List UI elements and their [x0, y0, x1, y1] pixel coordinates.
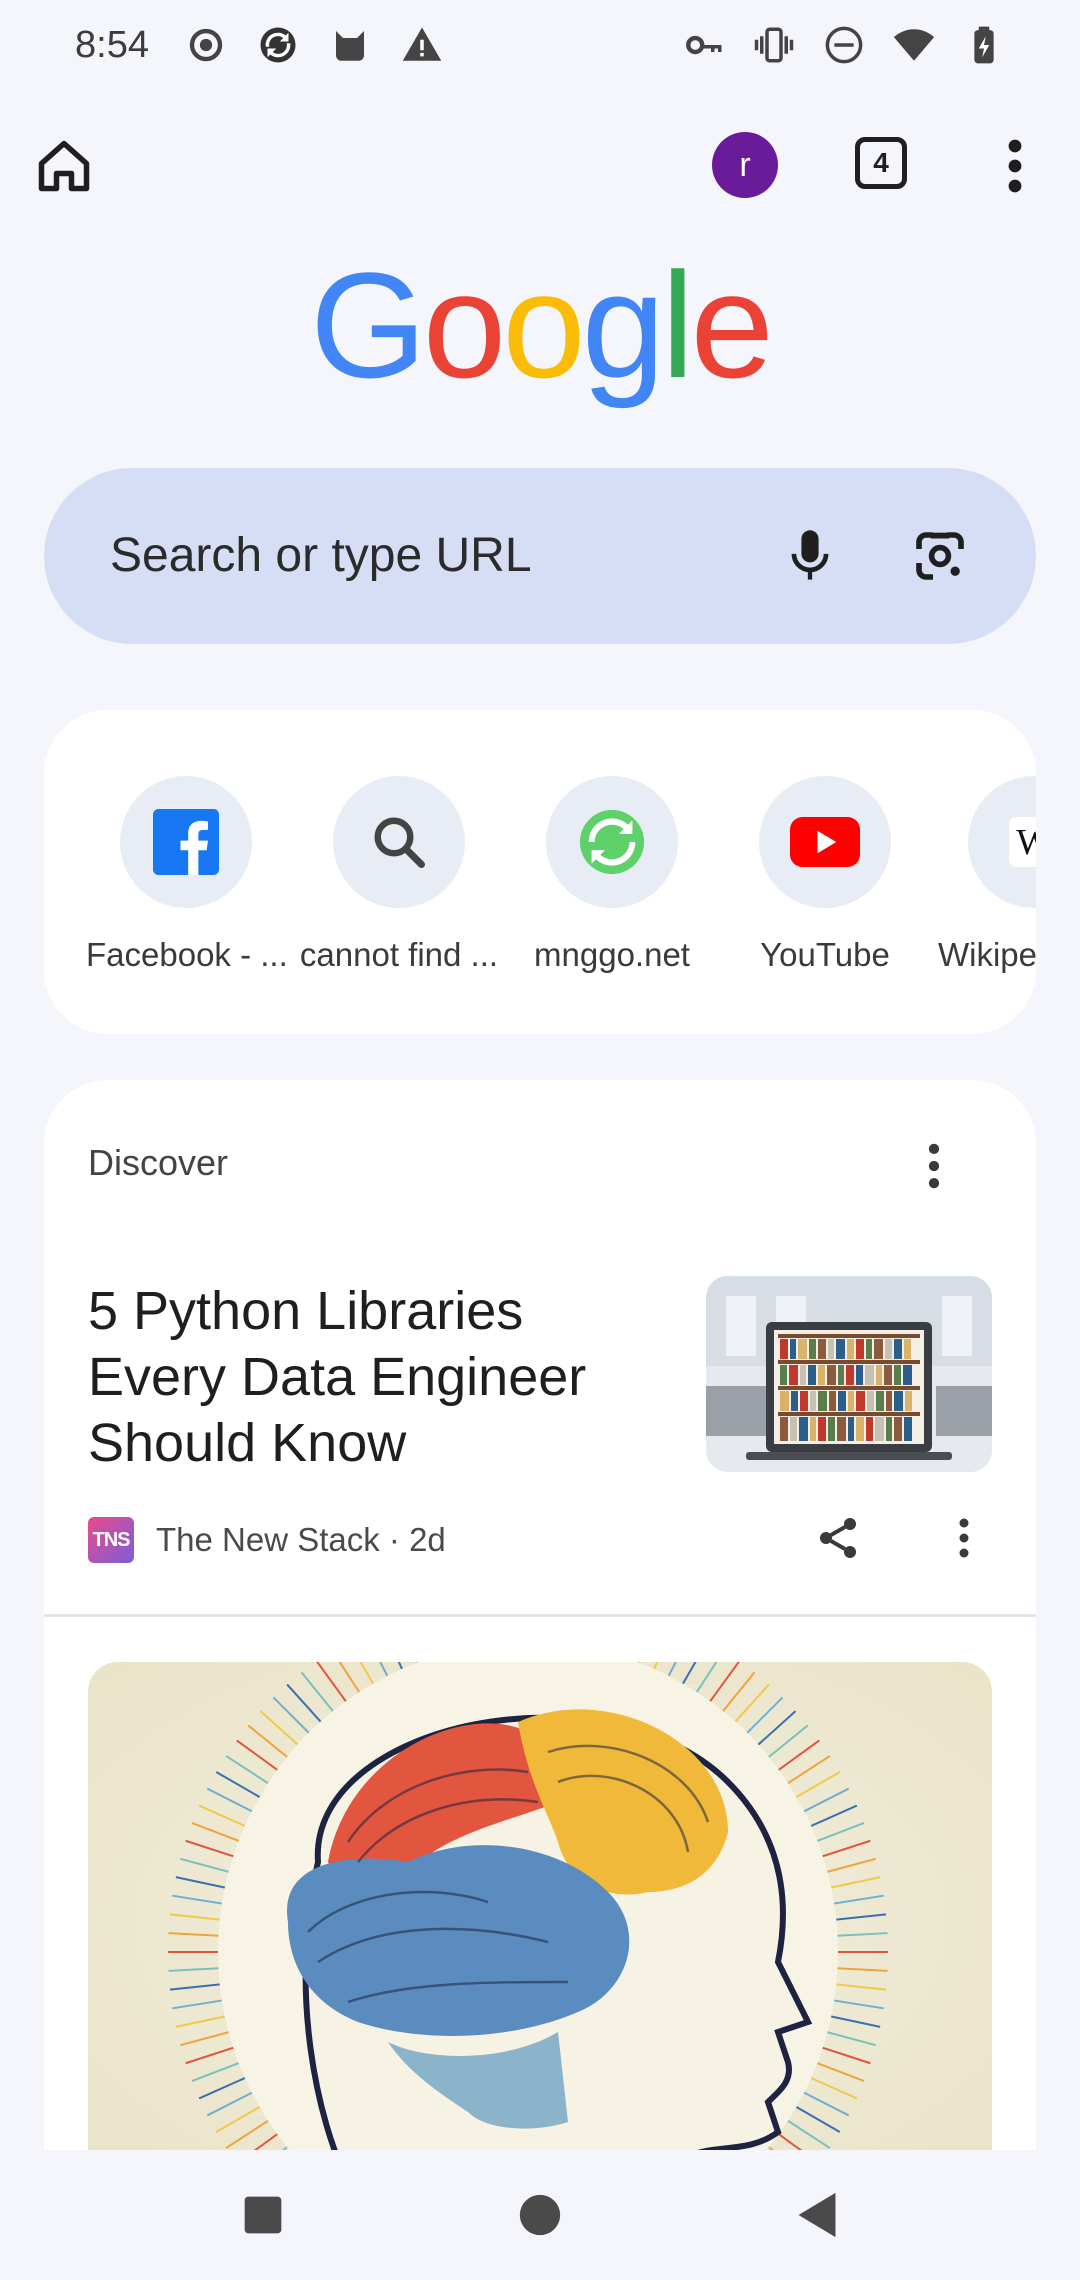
source-text: The New Stack · 2d	[156, 1521, 446, 1558]
more-menu-button[interactable]	[990, 130, 1040, 202]
account-avatar-button[interactable]: r	[712, 132, 778, 198]
status-time: 8:54	[75, 23, 149, 66]
mic-icon	[791, 530, 829, 580]
logo-letter: G	[310, 241, 427, 409]
search-input[interactable]: Search or type URL	[110, 468, 532, 644]
status-left-icons	[185, 24, 443, 66]
discover-feed: Discover 5 Python Libraries Every Data E…	[44, 1080, 1036, 2150]
tab-switcher-button[interactable]: 4	[850, 132, 912, 194]
article-title[interactable]: 5 Python Libraries Every Data Engineer S…	[88, 1278, 648, 1476]
shortcut-tile[interactable]: cannot find ...	[299, 776, 499, 974]
discover-menu-button[interactable]	[914, 1138, 954, 1194]
youtube-icon	[790, 817, 860, 867]
browser-toolbar: r 4	[0, 110, 1080, 210]
circle-icon	[519, 2194, 561, 2236]
facebook-icon	[153, 809, 219, 875]
recents-button[interactable]	[228, 2180, 298, 2250]
share-button[interactable]	[810, 1510, 866, 1566]
article-source: TNS The New Stack · 2d	[88, 1516, 446, 1564]
article-thumbnail[interactable]	[706, 1276, 992, 1472]
shortcut-label: mnggo.net	[534, 936, 690, 973]
article-menu-button[interactable]	[946, 1510, 982, 1566]
more-vert-icon	[928, 1143, 940, 1189]
share-icon	[820, 1518, 856, 1558]
shortcut-label: cannot find ...	[299, 936, 499, 973]
publisher-logo: TNS	[88, 1517, 134, 1563]
square-icon	[244, 2196, 282, 2234]
tab-count: 4	[855, 137, 907, 189]
warning-icon	[401, 24, 443, 66]
shortcuts-card: Facebook - ... cannot find ... mnggo.net…	[44, 710, 1036, 1034]
key-icon	[683, 24, 725, 66]
system-nav-bar	[0, 2150, 1080, 2280]
more-vert-icon	[1008, 139, 1022, 193]
home-nav-button[interactable]	[505, 2180, 575, 2250]
shortcut-label: Wikipe	[938, 936, 1036, 973]
home-button[interactable]	[28, 130, 100, 202]
shortcut-tile[interactable]: Facebook - ...	[86, 776, 286, 974]
wifi-icon	[893, 24, 935, 66]
logo-letter: e	[690, 241, 773, 409]
battery-icon	[963, 24, 1005, 66]
google-logo: Google	[0, 250, 1080, 400]
search-icon	[374, 817, 425, 868]
shortcut-tile[interactable]: YouTube	[725, 776, 925, 974]
status-right-icons	[683, 24, 1005, 66]
home-icon	[38, 140, 90, 192]
shortcut-label: YouTube	[760, 936, 890, 973]
logo-letter: o	[502, 241, 585, 409]
status-bar: 8:54	[0, 0, 1080, 90]
more-vert-icon	[959, 1518, 969, 1558]
shortcut-tile[interactable]: mnggo.net	[512, 776, 712, 974]
shortcut-tile[interactable]: W Wikipe	[938, 776, 1036, 974]
logo-letter: g	[581, 241, 665, 409]
logo-letter: l	[661, 241, 694, 409]
lens-search-button[interactable]	[902, 518, 978, 594]
cat-icon	[329, 24, 371, 66]
mnggo-icon	[579, 809, 645, 875]
back-triangle-icon	[798, 2192, 836, 2238]
discover-heading: Discover	[88, 1142, 229, 1183]
voice-search-button[interactable]	[772, 518, 848, 594]
record-icon	[185, 24, 227, 66]
vibrate-icon	[753, 24, 795, 66]
sync-icon	[257, 24, 299, 66]
logo-letter: o	[422, 241, 506, 409]
laptop-bookshelf-image	[706, 1276, 992, 1472]
svg-text:W: W	[1016, 823, 1036, 864]
search-box[interactable]: Search or type URL	[44, 468, 1036, 644]
article-hero-image[interactable]	[88, 1662, 992, 2150]
shortcut-label: Facebook - ...	[86, 936, 286, 973]
lens-icon	[916, 532, 964, 580]
brain-illustration-image	[88, 1662, 992, 2150]
back-button[interactable]	[782, 2180, 852, 2250]
wikipedia-icon: W	[1009, 817, 1036, 867]
feed-divider	[44, 1614, 1036, 1617]
dnd-icon	[823, 24, 865, 66]
